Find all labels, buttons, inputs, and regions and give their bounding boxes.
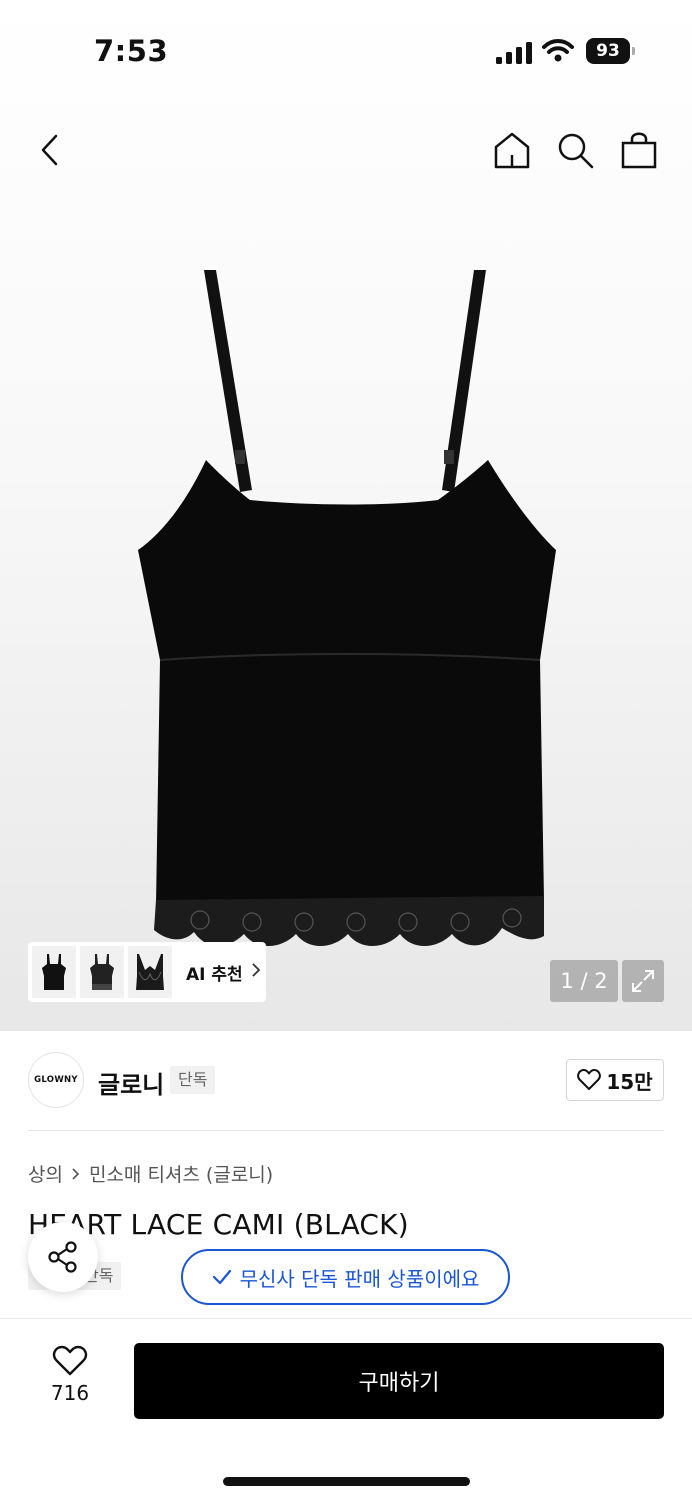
search-icon [558, 133, 594, 169]
status-bar: 7:53 93 [0, 0, 692, 100]
buy-button[interactable]: 구매하기 [134, 1343, 664, 1419]
home-icon [494, 132, 530, 169]
ai-recommend-label: AI 추천 [186, 964, 243, 985]
thumbnail-lace-cami[interactable] [80, 946, 124, 998]
breadcrumb-category[interactable]: 상의 [28, 1160, 63, 1187]
back-button[interactable] [26, 120, 74, 180]
heart-icon [52, 1345, 88, 1376]
product-like-button[interactable]: 716 [40, 1345, 100, 1415]
expand-image-button[interactable] [622, 960, 664, 1002]
chevron-right-icon [251, 962, 261, 982]
share-button[interactable] [28, 1222, 98, 1292]
back-icon [41, 134, 58, 166]
product-like-count: 716 [50, 1381, 90, 1405]
exclusive-notice-text: 무신사 단독 판매 상품이에요 [239, 1266, 480, 1291]
lace-cami-thumb-image [90, 954, 114, 990]
divider [28, 1130, 664, 1131]
brand-row: GLOWNY 글로니 단독 15만 [28, 1052, 664, 1110]
exclusive-notice-pill: 무신사 단독 판매 상품이에요 [181, 1249, 510, 1305]
search-button[interactable] [551, 120, 599, 180]
breadcrumb-subcategory[interactable]: 민소매 티셔츠 (글로니) [89, 1160, 273, 1187]
brand-like-button[interactable]: 15만 [566, 1059, 664, 1101]
breadcrumb: 상의 민소매 티셔츠 (글로니) [28, 1160, 273, 1187]
status-time: 7:53 [94, 34, 169, 68]
product-image [138, 270, 556, 946]
home-indicator [223, 1477, 470, 1486]
battery-indicator: 93 [586, 38, 636, 64]
battery-level: 93 [586, 38, 630, 64]
ai-recommend-strip[interactable]: AI 추천 [28, 942, 266, 1002]
chevron-right-icon [72, 1167, 80, 1180]
shopping-bag-button[interactable] [615, 120, 663, 180]
brand-name[interactable]: 글로니 [98, 1065, 164, 1100]
brand-exclusive-badge: 단독 [170, 1066, 216, 1094]
brand-like-count: 15만 [606, 1069, 653, 1094]
product-detail-page: AI 추천 1 / 2 7:53 93 GLOWNY 글로니 단독 15만 상의… [0, 0, 692, 1500]
heart-icon [577, 1069, 602, 1090]
lace-bra-top-thumb-image [136, 954, 164, 990]
bottom-action-bar: 716 구매하기 [0, 1318, 692, 1500]
cellular-signal-icon [496, 42, 532, 64]
brand-logo[interactable]: GLOWNY [28, 1052, 84, 1108]
check-icon [212, 1269, 231, 1285]
top-navigation [0, 120, 692, 180]
battery-tip [632, 47, 635, 55]
shopping-bag-icon [621, 132, 657, 169]
thumbnail-black-cami[interactable] [32, 946, 76, 998]
ai-recommend-link[interactable]: AI 추천 [186, 960, 261, 985]
expand-icon [632, 970, 654, 992]
thumbnail-lace-bra-top[interactable] [128, 946, 172, 998]
home-button[interactable] [488, 120, 536, 180]
image-page-indicator: 1 / 2 [550, 960, 618, 1002]
share-icon [48, 1241, 77, 1273]
wifi-icon [542, 39, 574, 62]
black-cami-thumb-image [42, 954, 66, 990]
